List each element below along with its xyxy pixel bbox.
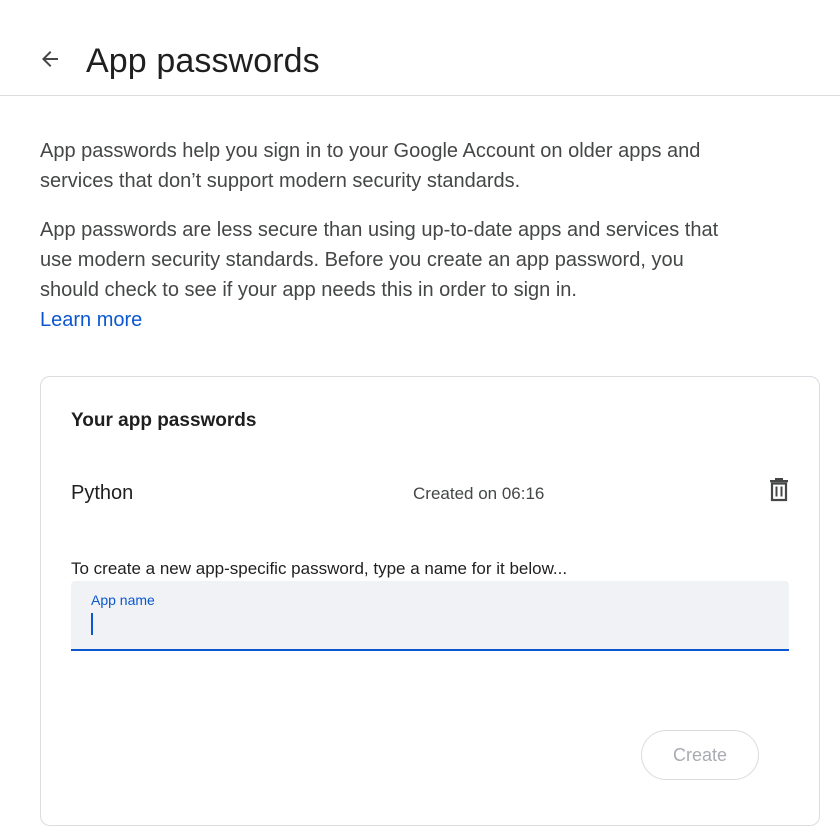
intro-paragraph-1: App passwords help you sign in to your G…	[40, 140, 701, 192]
create-button[interactable]: Create	[641, 730, 759, 780]
app-name-field[interactable]: App name	[71, 581, 789, 651]
password-row: Python Created on 06:16	[71, 477, 791, 509]
delete-password-button[interactable]	[761, 473, 797, 509]
text-caret	[91, 613, 93, 635]
page-header: App passwords	[0, 0, 840, 96]
intro-paragraph-2: App passwords are less secure than using…	[40, 219, 719, 301]
intro-paragraph-2-block: App passwords are less secure than using…	[40, 215, 730, 335]
page-title: App passwords	[86, 42, 320, 80]
back-button[interactable]	[30, 41, 70, 81]
card-title: Your app passwords	[71, 410, 257, 431]
app-name-label: App name	[91, 592, 155, 608]
create-instruction: To create a new app-specific password, t…	[71, 559, 568, 578]
app-passwords-card: Your app passwords Python Created on 06:…	[40, 376, 820, 826]
learn-more-link[interactable]: Learn more	[40, 305, 730, 335]
app-name-input[interactable]	[91, 611, 771, 637]
password-created-date: Created on 06:16	[413, 484, 545, 503]
trash-icon	[767, 476, 791, 507]
password-name: Python	[71, 482, 134, 504]
arrow-back-icon	[38, 47, 62, 76]
